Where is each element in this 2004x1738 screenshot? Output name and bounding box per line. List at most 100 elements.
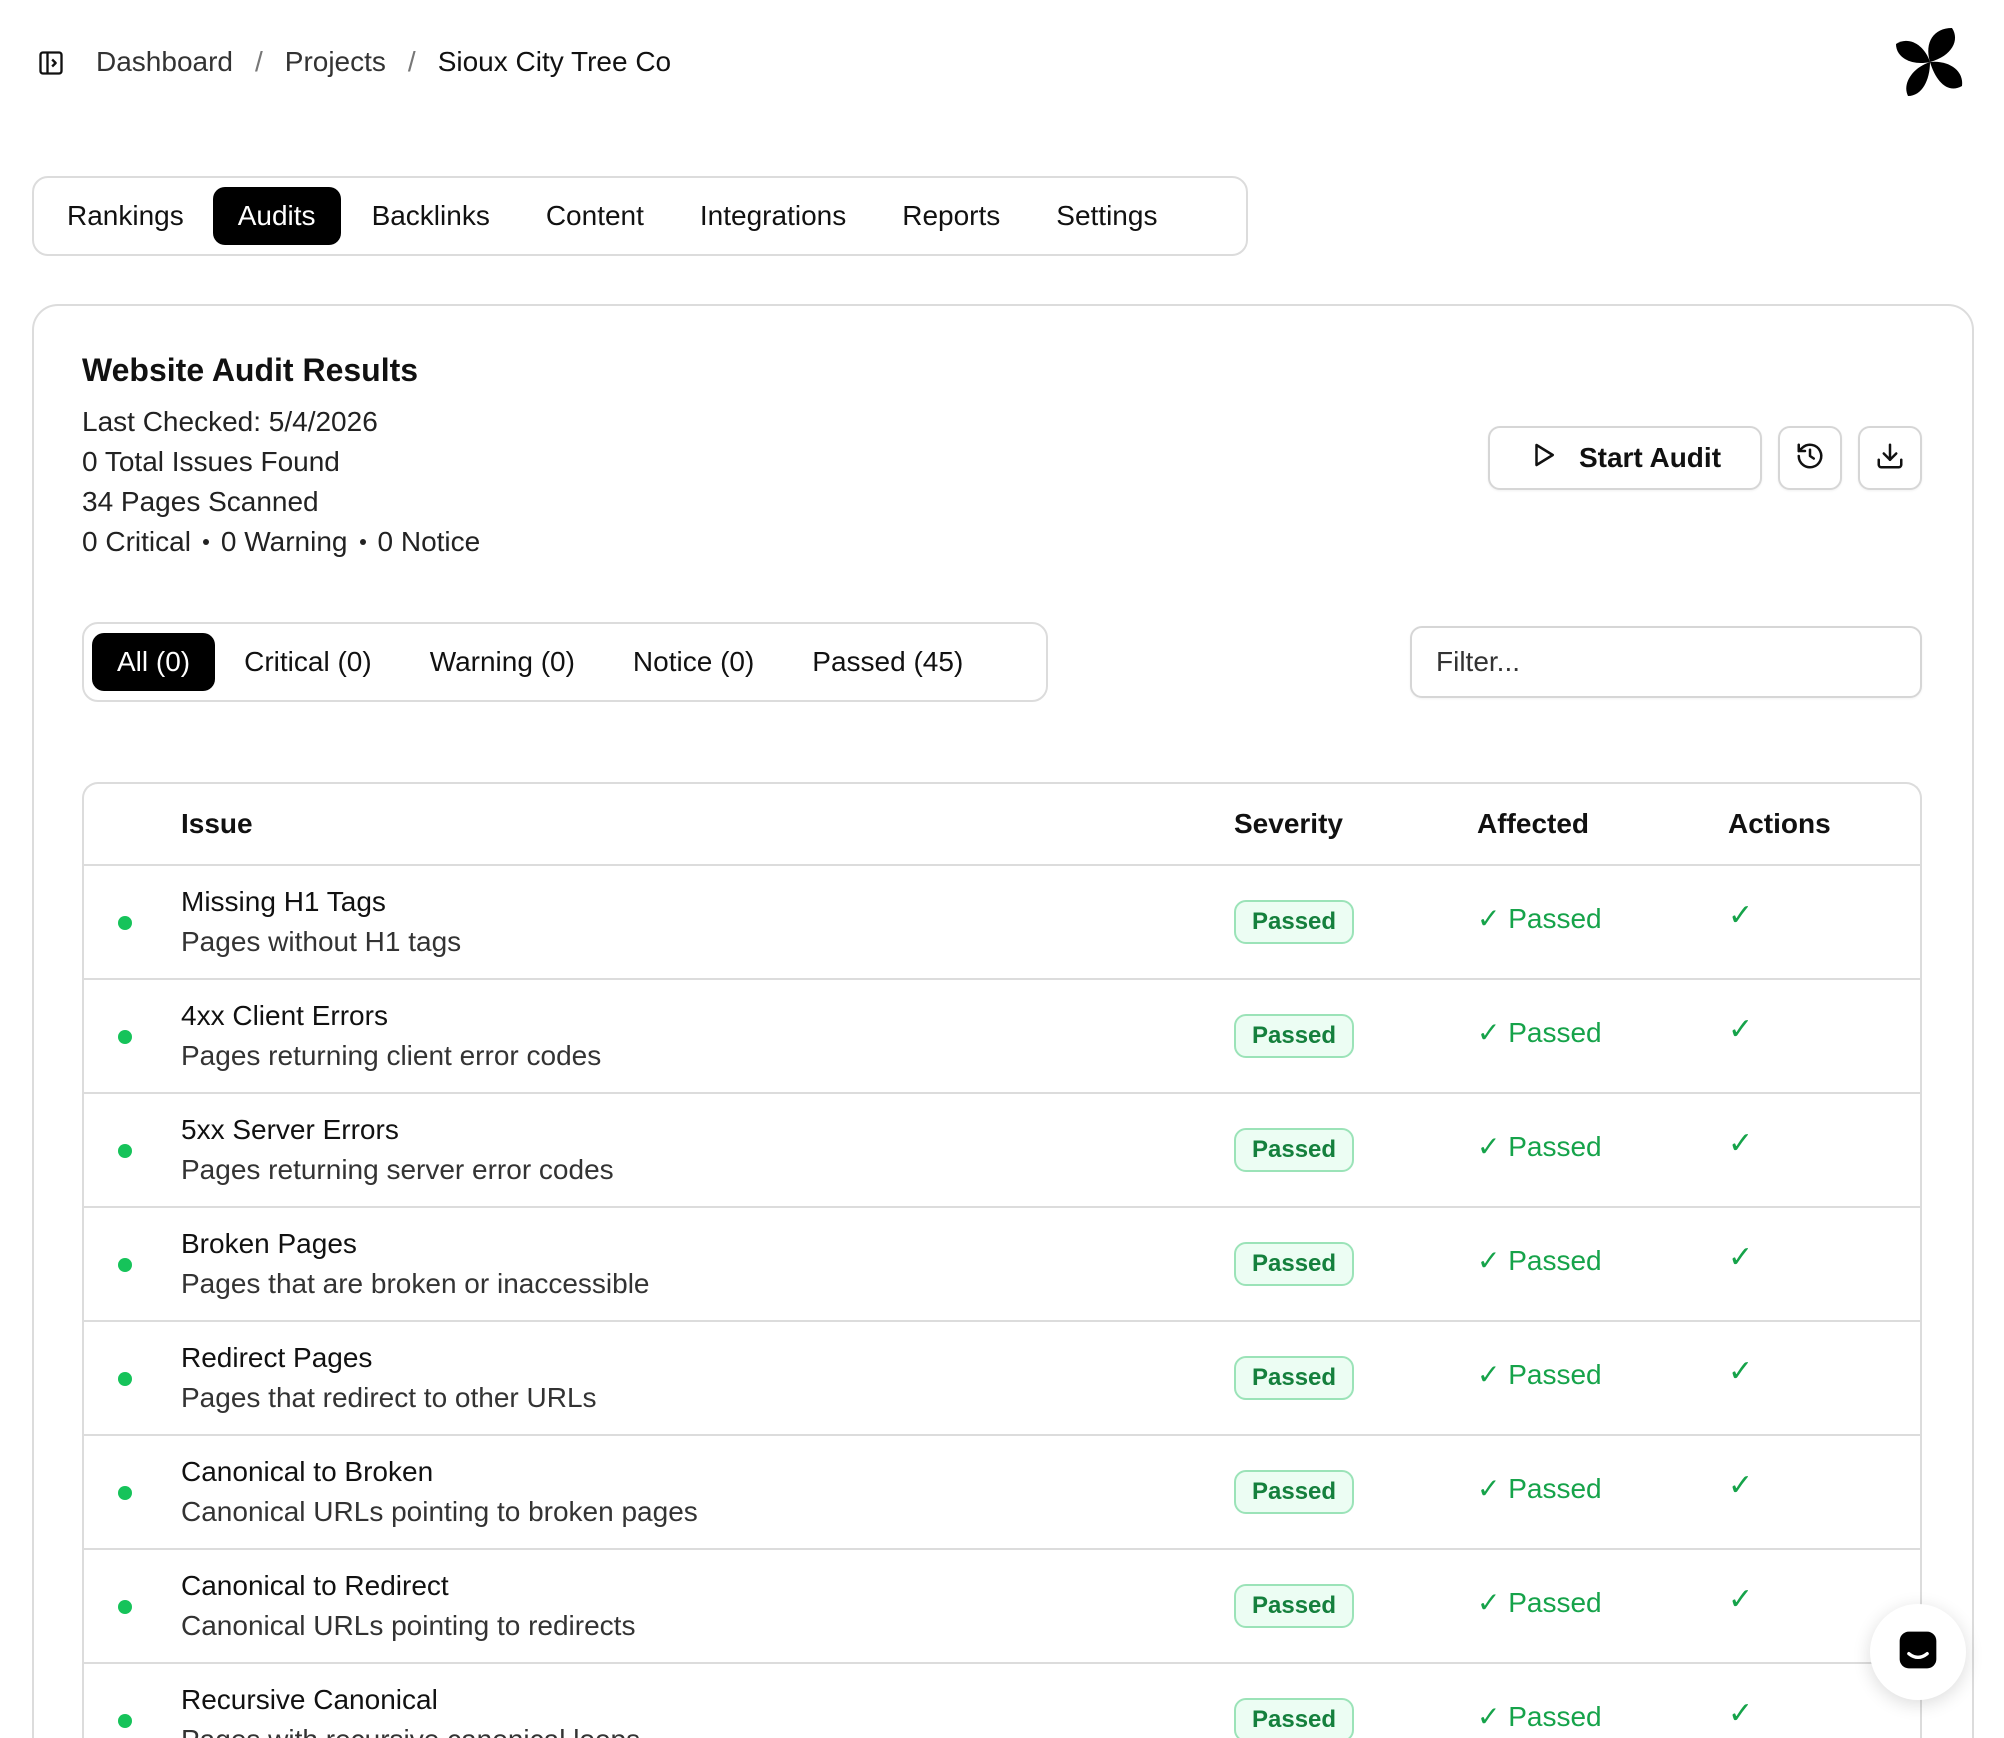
action-check-icon: ✓ [1728, 1697, 1754, 1730]
table-header: Issue Severity Affected Actions [84, 784, 1920, 866]
issues-table: Issue Severity Affected Actions Missing … [82, 782, 1922, 1738]
status-dot [118, 1600, 132, 1614]
pages-scanned: 34 Pages Scanned [82, 486, 319, 517]
last-checked: Last Checked: 5/4/2026 [82, 406, 378, 437]
issue-description: Canonical URLs pointing to redirects [181, 1610, 636, 1641]
affected-status: ✓ Passed [1477, 1359, 1602, 1390]
action-check-icon: ✓ [1728, 1013, 1754, 1046]
history-icon [1795, 441, 1825, 476]
column-header-issue[interactable]: Issue [181, 784, 253, 864]
breadcrumb-separator: / [254, 46, 263, 77]
issue-description: Pages with recursive canonical loops [181, 1724, 640, 1738]
affected-status: ✓ Passed [1477, 1131, 1602, 1162]
issue-title: Recursive Canonical [181, 1684, 438, 1715]
affected-status: ✓ Passed [1477, 1245, 1602, 1276]
tab-settings[interactable]: Settings [1031, 187, 1182, 245]
table-row[interactable]: Redirect Pages Pages that redirect to ot… [84, 1322, 1920, 1436]
tab-backlinks[interactable]: Backlinks [347, 187, 515, 245]
breadcrumb-projects[interactable]: Projects [285, 46, 386, 78]
severity-badge: Passed [1234, 1014, 1355, 1058]
table-row[interactable]: Recursive Canonical Pages with recursive… [84, 1664, 1920, 1738]
issue-title: Broken Pages [181, 1228, 357, 1259]
action-check-icon: ✓ [1728, 1469, 1754, 1502]
status-dot [118, 1714, 132, 1728]
download-report-button[interactable] [1858, 426, 1922, 490]
audit-history-button[interactable] [1778, 426, 1842, 490]
severity-badge: Passed [1234, 1698, 1355, 1738]
issue-description: Pages returning client error codes [181, 1040, 602, 1071]
status-dot [118, 916, 132, 930]
table-row[interactable]: 4xx Client Errors Pages returning client… [84, 980, 1920, 1094]
start-audit-label: Start Audit [1578, 442, 1722, 473]
issue-title: 5xx Server Errors [181, 1114, 399, 1145]
bullet-separator [359, 539, 366, 545]
affected-status: ✓ Passed [1477, 1017, 1602, 1048]
affected-status: ✓ Passed [1477, 903, 1602, 934]
warning-count: 0 Warning [220, 526, 348, 557]
tab-rankings[interactable]: Rankings [42, 187, 209, 245]
issue-description: Pages returning server error codes [181, 1154, 614, 1185]
affected-status: ✓ Passed [1477, 1473, 1602, 1504]
filter-input[interactable] [1410, 626, 1922, 698]
action-check-icon: ✓ [1728, 1583, 1754, 1616]
status-dot [118, 1372, 132, 1386]
affected-status: ✓ Passed [1477, 1701, 1602, 1732]
issue-title: Canonical to Broken [181, 1456, 434, 1487]
chat-icon [1896, 1628, 1940, 1677]
tab-content[interactable]: Content [521, 187, 669, 245]
action-check-icon: ✓ [1728, 1127, 1754, 1160]
tab-reports[interactable]: Reports [877, 187, 1025, 245]
filter-tab-notice[interactable]: Notice (0) [608, 633, 779, 691]
chat-launcher-button[interactable] [1870, 1604, 1966, 1700]
filter-tab-all[interactable]: All (0) [92, 633, 216, 691]
status-dot [118, 1144, 132, 1158]
filter-tab-passed[interactable]: Passed (45) [787, 633, 988, 691]
severity-summary: 0 Critical 0 Warning 0 Notice [82, 526, 480, 558]
severity-badge: Passed [1234, 900, 1355, 944]
severity-badge: Passed [1234, 1356, 1355, 1400]
issue-description: Pages that are broken or inaccessible [181, 1268, 650, 1299]
bullet-separator [202, 539, 209, 545]
download-icon [1875, 441, 1905, 476]
breadcrumb: Dashboard / Projects / Sioux City Tree C… [96, 46, 671, 78]
severity-badge: Passed [1234, 1470, 1355, 1514]
severity-filter-tabs: All (0) Critical (0) Warning (0) Notice … [82, 622, 1048, 702]
total-issues: 0 Total Issues Found [82, 446, 340, 477]
issue-title: Canonical to Redirect [181, 1570, 449, 1601]
filter-tab-critical[interactable]: Critical (0) [219, 633, 397, 691]
action-check-icon: ✓ [1728, 899, 1754, 932]
sidebar-toggle-icon[interactable] [36, 48, 66, 78]
affected-status: ✓ Passed [1477, 1587, 1602, 1618]
table-row[interactable]: Canonical to Broken Canonical URLs point… [84, 1436, 1920, 1550]
table-row[interactable]: Broken Pages Pages that are broken or in… [84, 1208, 1920, 1322]
filter-tab-warning[interactable]: Warning (0) [405, 633, 600, 691]
status-dot [118, 1258, 132, 1272]
play-icon [1529, 440, 1579, 477]
tab-audits[interactable]: Audits [212, 187, 341, 245]
pinwheel-logo-icon [1890, 22, 1970, 102]
table-row[interactable]: Canonical to Redirect Canonical URLs poi… [84, 1550, 1920, 1664]
column-header-actions: Actions [1728, 808, 1831, 839]
table-row[interactable]: 5xx Server Errors Pages returning server… [84, 1094, 1920, 1208]
status-dot [118, 1030, 132, 1044]
top-bar: Dashboard / Projects / Sioux City Tree C… [0, 0, 2004, 130]
page-title: Website Audit Results [82, 352, 419, 388]
column-header-affected[interactable]: Affected [1477, 784, 1589, 864]
severity-badge: Passed [1234, 1584, 1355, 1628]
start-audit-button[interactable]: Start Audit [1488, 426, 1762, 490]
action-check-icon: ✓ [1728, 1355, 1754, 1388]
severity-badge: Passed [1234, 1242, 1355, 1286]
breadcrumb-dashboard[interactable]: Dashboard [96, 46, 233, 78]
issue-title: Missing H1 Tags [181, 886, 386, 917]
table-row[interactable]: Missing H1 Tags Pages without H1 tags Pa… [84, 866, 1920, 980]
notice-count: 0 Notice [377, 526, 481, 557]
critical-count: 0 Critical [82, 526, 191, 557]
breadcrumb-separator: / [407, 46, 416, 77]
severity-badge: Passed [1234, 1128, 1355, 1172]
column-header-severity[interactable]: Severity [1234, 784, 1343, 864]
status-dot [118, 1486, 132, 1500]
issue-description: Canonical URLs pointing to broken pages [181, 1496, 698, 1527]
issue-title: 4xx Client Errors [181, 1000, 388, 1031]
tab-integrations[interactable]: Integrations [675, 187, 871, 245]
issue-title: Redirect Pages [181, 1342, 373, 1373]
